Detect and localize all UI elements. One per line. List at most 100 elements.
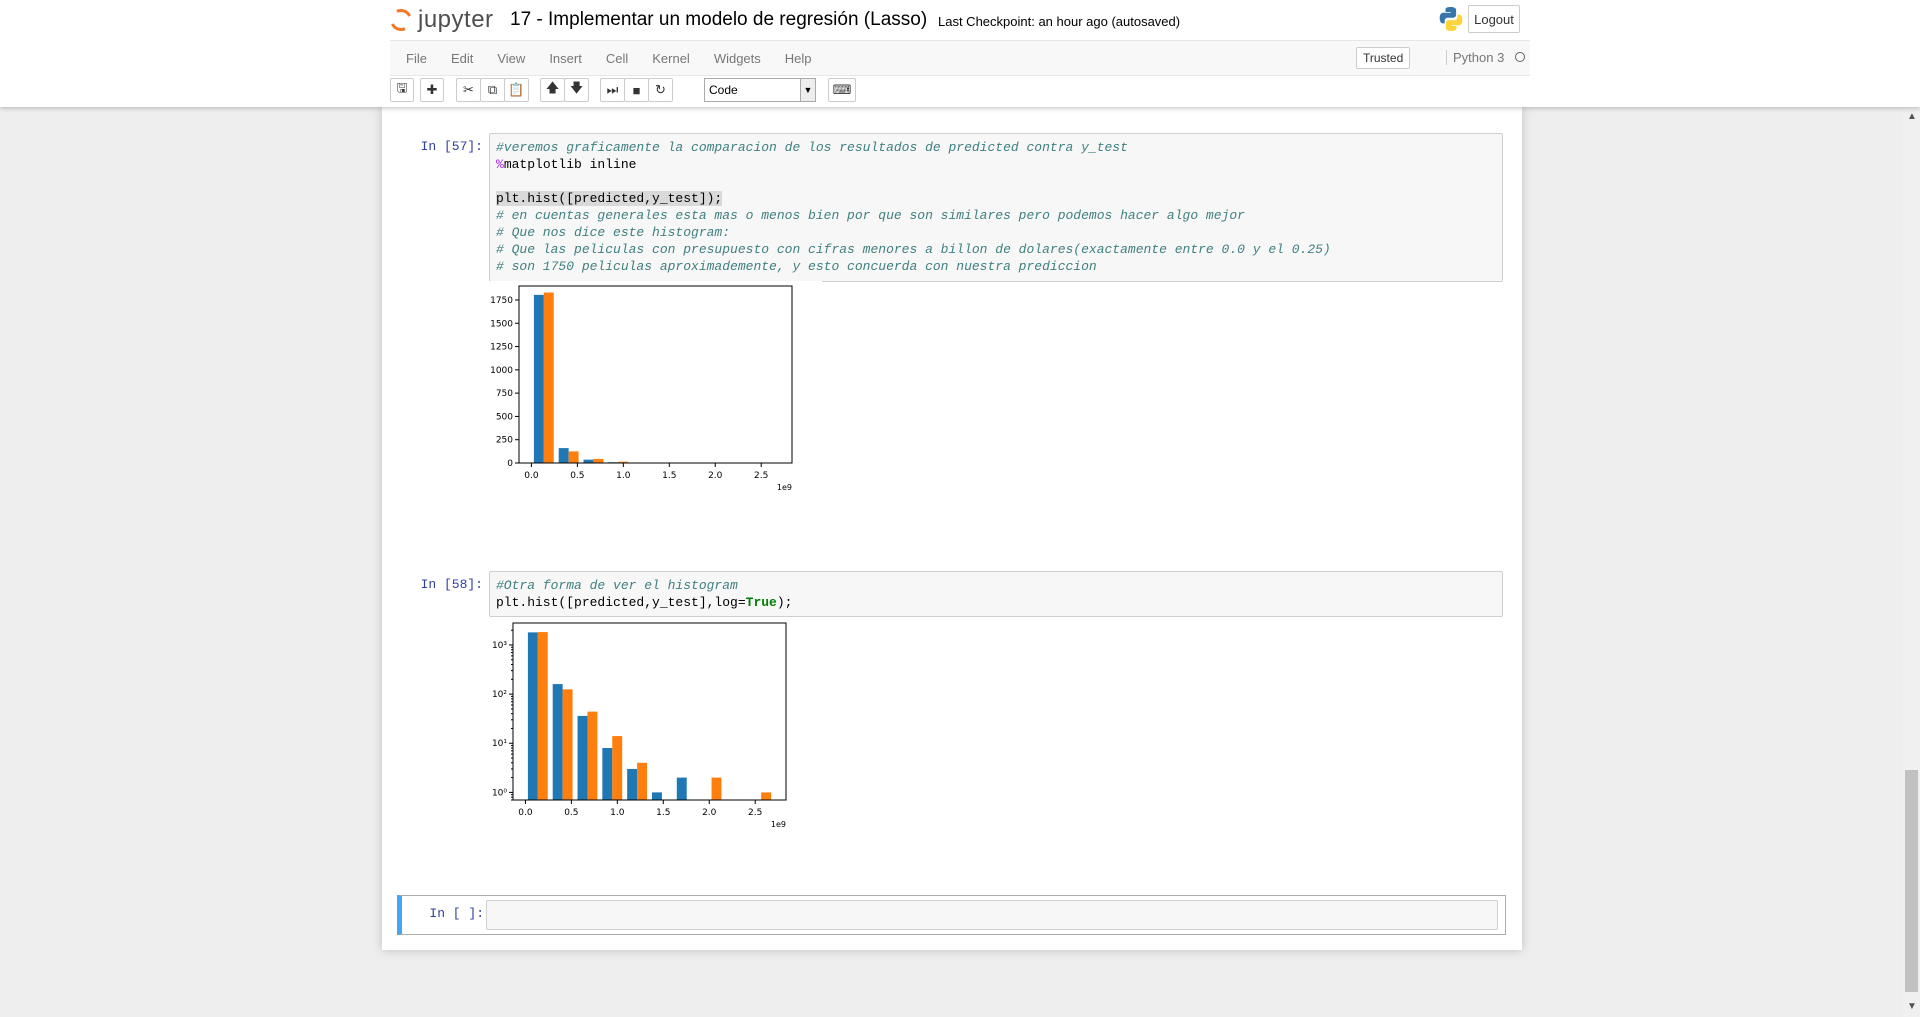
restart-icon: ↻ <box>655 82 666 97</box>
x-tick-label: 0.5 <box>570 471 584 481</box>
histogram-bar <box>612 736 623 800</box>
scrollbar-thumb[interactable] <box>1905 770 1918 992</box>
code-editor[interactable]: #Otra forma de ver el histogram plt.hist(… <box>489 571 1503 617</box>
cut-icon: ✂ <box>463 82 474 97</box>
notebook-name[interactable]: 17 - Implementar un modelo de regresión … <box>510 9 927 31</box>
logout-button[interactable]: Logout <box>1468 5 1520 33</box>
menu-bar: File Edit View Insert Cell Kernel Widgets Help … <box>390 40 1530 76</box>
move-up-icon: 🡅 <box>545 80 560 95</box>
paste-icon: 📋 <box>508 82 525 97</box>
code-editor[interactable] <box>486 900 1498 930</box>
code-line: # en cuentas generales esta mas o menos … <box>496 208 1245 223</box>
menu-kernel[interactable]: Kernel <box>652 51 690 66</box>
scroll-up-icon[interactable]: ▲ <box>1907 111 1917 122</box>
y-tick-label: 1250 <box>490 343 513 353</box>
histogram-bar <box>568 451 579 463</box>
input-prompt: In [58]: <box>420 577 483 592</box>
x-tick-label: 0.0 <box>524 471 539 481</box>
histogram-bar <box>593 458 604 463</box>
notebook-container: In [57]: #veremos graficamente la compar… <box>382 107 1522 950</box>
move-up-button[interactable]: 🡅 <box>540 78 565 102</box>
trusted-indicator[interactable]: Trusted <box>1356 47 1411 69</box>
save-icon: 🖫 <box>396 80 408 95</box>
histogram-bar <box>562 689 573 800</box>
histogram-bar <box>637 762 648 800</box>
copy-icon: ⧉ <box>487 82 498 97</box>
code-line: %matplotlib inline <box>496 157 637 172</box>
menu-edit[interactable]: Edit <box>451 51 473 66</box>
cell-type-select[interactable]: Code ▼ <box>704 78 816 102</box>
paste-button[interactable]: 📋 <box>504 78 529 102</box>
y-tick-label: 10⁰ <box>492 788 507 798</box>
empty-code-cell[interactable]: In [ ]: <box>397 895 1506 935</box>
cell-type-value: Code <box>709 83 738 97</box>
code-line: # Que nos dice este histogram: <box>496 225 731 240</box>
menu-help[interactable]: Help <box>785 51 812 66</box>
code-line: ​ <box>496 173 1496 190</box>
command-palette-button[interactable]: ⌨ <box>828 78 856 102</box>
menu-widgets[interactable]: Widgets <box>714 51 761 66</box>
histogram-bar <box>577 715 588 800</box>
save-button[interactable]: 🖫 <box>390 78 414 102</box>
menu-insert[interactable]: Insert <box>549 51 582 66</box>
keyboard-icon: ⌨ <box>832 82 852 97</box>
x-tick-label: 1.5 <box>656 808 670 818</box>
y-tick-label: 10³ <box>492 641 507 651</box>
run-button[interactable]: ⏭ <box>600 78 625 102</box>
x-tick-label: 0.0 <box>518 808 533 818</box>
kernel-name: Python 3 <box>1446 50 1504 65</box>
plot-frame <box>518 285 793 464</box>
run-icon: ⏭ <box>606 82 619 97</box>
x-tick-label: 1.0 <box>610 808 625 818</box>
histogram-bar <box>711 777 722 800</box>
code-line: plt.hist([predicted,y_test]); <box>496 190 1496 207</box>
input-prompt: In [ ]: <box>429 906 484 921</box>
header: jupyter 17 - Implementar un modelo de re… <box>0 0 1920 107</box>
histogram-output: 0.0 0.5 1.0 1.5 2.0 2.5 1e9 0 250 500 750 1000 1250 1… <box>482 281 822 539</box>
move-down-button[interactable]: 🡇 <box>564 78 589 102</box>
histogram-bar <box>627 768 638 800</box>
selected-code: plt.hist([predicted,y_test]); <box>496 191 723 206</box>
x-tick-label: 1.0 <box>616 471 631 481</box>
x-offset-label: 1e9 <box>771 820 786 829</box>
page-scrollbar[interactable]: ▲ ▼ <box>1903 107 1920 1017</box>
insert-cell-button[interactable]: ✚ <box>420 78 444 102</box>
y-tick-label: 10² <box>492 690 507 700</box>
python-logo-icon <box>1439 7 1463 31</box>
x-tick-label: 2.5 <box>754 471 768 481</box>
x-tick-label: 1.5 <box>662 471 676 481</box>
stop-icon: ■ <box>632 82 641 98</box>
log-histogram-output: 0.0 0.5 1.0 1.5 2.0 2.5 1e9 10⁰ 10¹ 10² 10³ <box>476 617 816 885</box>
code-line: plt.hist([predicted,y_test],log=True); <box>496 595 793 610</box>
menu-file[interactable]: File <box>406 51 427 66</box>
restart-button[interactable]: ↻ <box>648 78 673 102</box>
input-prompt: In [57]: <box>420 139 483 154</box>
chevron-down-icon: ▼ <box>800 79 815 101</box>
histogram-bar <box>537 632 548 800</box>
top-bar: jupyter 17 - Implementar un modelo de re… <box>386 0 1530 40</box>
histogram-bar <box>552 684 563 800</box>
x-tick-label: 2.0 <box>708 471 723 481</box>
jupyter-logo-icon <box>386 5 416 35</box>
code-line: # son 1750 peliculas aproximademente, y … <box>496 259 1097 274</box>
logo-text: jupyter <box>418 6 494 33</box>
copy-button[interactable]: ⧉ <box>480 78 505 102</box>
toolbar: 🖫 ✚ ✂ ⧉ 📋 🡅 🡇 ⏭ ■ ↻ Code ▼ ⌨ <box>390 76 1530 106</box>
menu-cell[interactable]: Cell <box>606 51 628 66</box>
menu-view[interactable]: View <box>497 51 525 66</box>
y-tick-label: 500 <box>496 412 513 422</box>
histogram-bar <box>761 792 772 800</box>
histogram-bar <box>583 459 594 463</box>
histogram-bar <box>587 711 598 800</box>
code-line: # Que las peliculas con presupuesto con … <box>496 242 1331 257</box>
scroll-down-icon[interactable]: ▼ <box>1907 1001 1917 1012</box>
histogram-bar <box>533 294 544 463</box>
cut-button[interactable]: ✂ <box>456 78 481 102</box>
x-tick-label: 0.5 <box>564 808 578 818</box>
y-tick-label: 1500 <box>490 319 513 329</box>
code-line: #Otra forma de ver el histogram <box>496 578 738 593</box>
move-down-icon: 🡇 <box>569 80 584 95</box>
interrupt-button[interactable]: ■ <box>624 78 649 102</box>
jupyter-logo[interactable]: jupyter <box>386 5 494 35</box>
code-editor[interactable]: #veremos graficamente la comparacion de … <box>489 133 1503 282</box>
